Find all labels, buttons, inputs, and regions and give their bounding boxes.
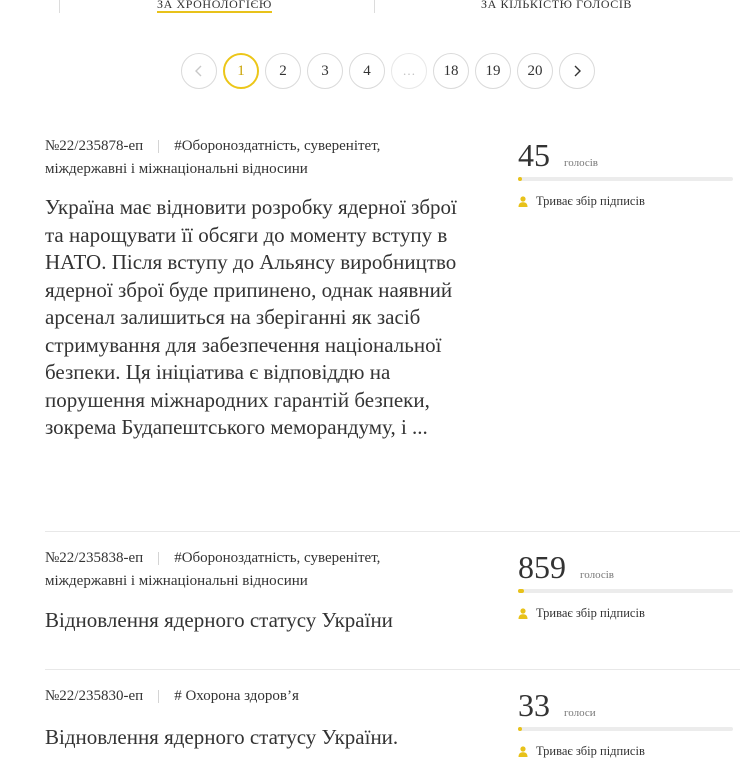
sort-divider xyxy=(59,0,60,13)
sort-divider xyxy=(374,0,375,13)
petition-number[interactable]: №22/235878-еп xyxy=(45,138,143,154)
vote-count: 859 xyxy=(518,549,566,585)
petition-divider xyxy=(45,669,740,670)
page-ellipsis: … xyxy=(391,53,427,89)
page-3-button[interactable]: 3 xyxy=(307,53,343,89)
chevron-left-icon xyxy=(195,65,202,77)
page-19-button[interactable]: 19 xyxy=(475,53,511,89)
sort-by-chronology-tab[interactable]: За хронологією xyxy=(157,0,272,13)
status-label: Триває збір підписів xyxy=(536,606,645,620)
chevron-right-icon xyxy=(574,65,581,77)
vote-unit: голоси xyxy=(564,707,596,719)
page-20-button[interactable]: 20 xyxy=(517,53,553,89)
petition-tags[interactable]: # Охорона здоров’я xyxy=(174,688,299,704)
sort-tabs: За хронологією За кількістю голосів xyxy=(0,0,740,14)
petition-status: Триває збір підписів xyxy=(518,606,733,621)
status-label: Триває збір підписів xyxy=(536,194,645,208)
next-page-button[interactable] xyxy=(559,53,595,89)
petition-title[interactable]: Відновлення ядерного статусу України xyxy=(45,607,475,635)
petition-status: Триває збір підписів xyxy=(518,194,733,209)
user-icon xyxy=(518,746,528,757)
petition-number[interactable]: №22/235830-еп xyxy=(45,688,143,704)
page-4-button[interactable]: 4 xyxy=(349,53,385,89)
petition-title[interactable]: Відновлення ядерного статусу України. xyxy=(45,724,475,752)
page-1-button[interactable]: 1 xyxy=(223,53,259,89)
vote-progress-bar xyxy=(518,727,733,731)
petition-votes: 859 голосів Триває збір підписів xyxy=(518,549,733,621)
petition-meta: №22/235838-еп | #Обороноздатність, суверен… xyxy=(45,550,381,589)
petition-item: №22/235838-еп | #Обороноздатність, суверен… xyxy=(45,547,740,635)
vote-unit: голосів xyxy=(580,569,614,581)
petition-meta: №22/235878-еп | #Обороноздатність, суверен… xyxy=(45,138,381,177)
vote-count: 45 xyxy=(518,137,550,173)
vote-progress-bar xyxy=(518,177,733,181)
vote-count: 33 xyxy=(518,687,550,723)
vote-progress-bar xyxy=(518,589,733,593)
status-label: Триває збір підписів xyxy=(536,744,645,758)
prev-page-button[interactable] xyxy=(181,53,217,89)
page-18-button[interactable]: 18 xyxy=(433,53,469,89)
petition-votes: 45 голосів Триває збір підписів xyxy=(518,137,733,209)
user-icon xyxy=(518,608,528,619)
petition-title[interactable]: Україна має відновити розробку ядерної з… xyxy=(45,194,475,442)
petition-votes: 33 голоси Триває збір підписів xyxy=(518,687,733,759)
user-icon xyxy=(518,196,528,207)
petition-status: Триває збір підписів xyxy=(518,744,733,759)
page-2-button[interactable]: 2 xyxy=(265,53,301,89)
sort-by-votes-tab[interactable]: За кількістю голосів xyxy=(481,0,632,11)
petition-number[interactable]: №22/235838-еп xyxy=(45,550,143,566)
petition-meta: №22/235830-еп | # Охорона здоров’я xyxy=(45,688,299,704)
petition-divider xyxy=(45,531,740,532)
petition-item: №22/235878-еп | #Обороноздатність, суверен… xyxy=(45,135,740,442)
petition-item: №22/235830-еп | # Охорона здоров’я Відновл… xyxy=(45,685,740,758)
vote-unit: голосів xyxy=(564,157,598,169)
